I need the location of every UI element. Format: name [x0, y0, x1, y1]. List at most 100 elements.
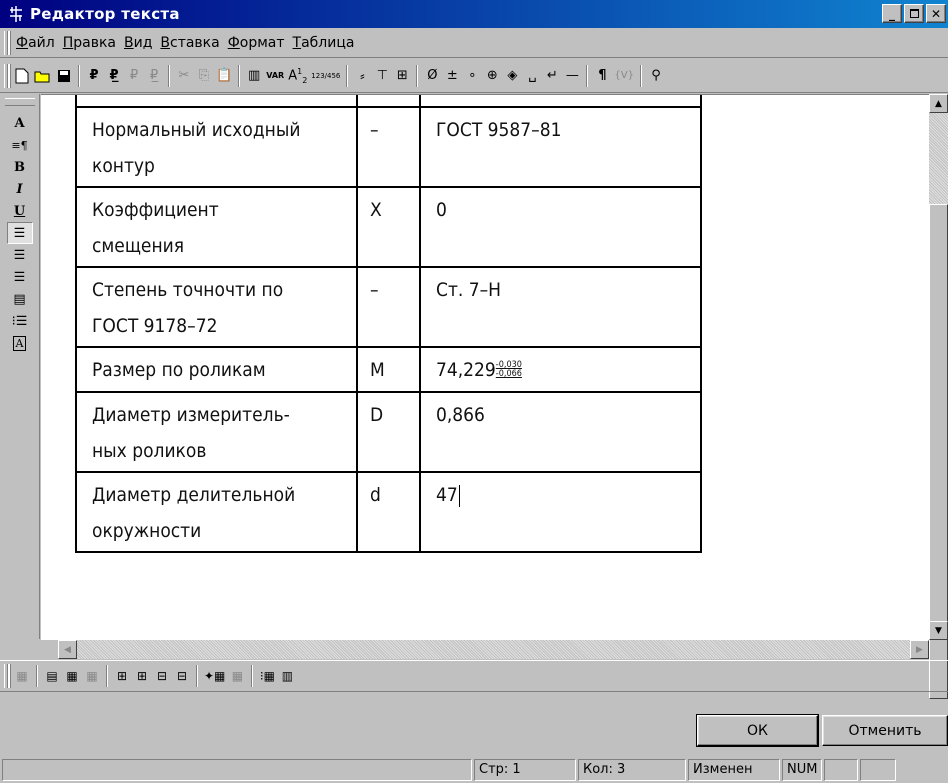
open-button[interactable] — [32, 64, 54, 88]
menu-insert[interactable]: Вставка — [156, 35, 223, 51]
space-button[interactable]: ␣ — [522, 64, 542, 88]
table-cell[interactable]: 0 — [419, 186, 702, 268]
object-button[interactable]: ◈ — [502, 64, 522, 88]
delete-col-button[interactable]: ⊟ — [172, 664, 192, 688]
scroll-right-button[interactable]: ▶ — [910, 640, 929, 659]
text-table[interactable]: Число зубьев z Нормальный исходныйконтур… — [75, 95, 702, 553]
table-cell[interactable]: – — [356, 106, 421, 188]
close-button[interactable]: ✕ — [926, 4, 946, 23]
degree-button[interactable]: ∘ — [462, 64, 482, 88]
spell-all-button[interactable]: ₽̲ — [104, 64, 124, 88]
diameter-button[interactable]: Ø — [422, 64, 442, 88]
table-row[interactable]: Нормальный исходный контур – ГОСТ 9587–81 — [75, 106, 702, 188]
table-cell[interactable]: Коэффициент смещения — [75, 186, 358, 268]
table-cell[interactable]: Размер по роликам — [75, 346, 358, 393]
underline-button[interactable]: U — [7, 200, 33, 222]
merge-cells-button[interactable]: ✦▦ — [202, 664, 227, 688]
menu-format[interactable]: Формат — [224, 35, 289, 51]
scroll-down-button[interactable]: ▼ — [929, 621, 948, 640]
table-format-button[interactable]: ▥ — [277, 664, 297, 688]
delete-row-button[interactable]: ⊟ — [152, 664, 172, 688]
table-cell[interactable]: D — [356, 391, 421, 473]
table-grid-button[interactable]: ▦ — [62, 664, 82, 688]
table-cell[interactable]: z — [356, 95, 421, 108]
scroll-up-button[interactable]: ▲ — [929, 94, 948, 113]
roughness-button[interactable]: ⊤ — [372, 64, 392, 88]
table-cell[interactable]: X — [356, 186, 421, 268]
table-cell[interactable]: – — [356, 266, 421, 348]
align-center-button[interactable]: ☰ — [7, 244, 33, 266]
vertical-scrollbar[interactable]: ▲ ▼ — [929, 94, 948, 699]
maximize-button[interactable] — [904, 4, 924, 23]
crosshair-button[interactable]: ⊕ — [482, 64, 502, 88]
horizontal-scrollbar[interactable]: ◀ ▶ — [58, 640, 929, 659]
table-cell[interactable]: d — [356, 471, 421, 553]
sort-button[interactable]: ⁝▦ — [257, 664, 277, 688]
plusminus-button[interactable]: ± — [442, 64, 462, 88]
table-cell[interactable]: ГОСТ 9587–81 — [419, 106, 702, 188]
save-button[interactable] — [54, 64, 74, 88]
cancel-button[interactable]: Отменить — [822, 715, 948, 746]
split-cells-icon: ▦ — [231, 669, 244, 683]
roughness-icon: ⊤ — [376, 68, 389, 83]
paste-button[interactable]: 📋 — [214, 64, 234, 88]
spell-check-button[interactable]: ₽ — [84, 64, 104, 88]
table-row[interactable]: Коэффициент смещения X 0 — [75, 186, 702, 268]
menu-view[interactable]: Вид — [120, 35, 156, 51]
table-cell[interactable]: Диаметр делительной окружности — [75, 471, 358, 553]
bold-button[interactable]: B — [7, 156, 33, 178]
table-row[interactable]: Диаметр измеритель-ных роликов D 0,866 — [75, 391, 702, 473]
table-row[interactable]: Степень точночти по ГОСТ 9178–72 – Ст. 7–… — [75, 266, 702, 348]
window-title: Редактор текста — [30, 5, 180, 23]
italic-button[interactable]: I — [7, 178, 33, 200]
text-frame-button[interactable]: A — [7, 332, 33, 354]
table-cell[interactable] — [419, 95, 702, 108]
text-editor-area[interactable]: Число зубьев z Нормальный исходныйконтур… — [41, 94, 929, 640]
table-toolbar-grip[interactable] — [4, 664, 8, 688]
dash-button[interactable]: — — [562, 64, 582, 88]
indices-button[interactable]: A12 — [286, 64, 309, 88]
search-button[interactable]: ⚲ — [646, 64, 666, 88]
table-cell[interactable]: 0,866 — [419, 391, 702, 473]
table-cell[interactable]: Нормальный исходный контур — [75, 106, 358, 188]
table-cell[interactable]: Число зубьев — [75, 95, 358, 108]
pilcrow-button[interactable]: ¶ — [592, 64, 612, 88]
table-cell[interactable]: 47 — [419, 471, 702, 553]
table-cell[interactable]: M — [356, 346, 421, 393]
table-cell[interactable]: Степень точночти по ГОСТ 9178–72 — [75, 266, 358, 348]
toolbar-grip[interactable] — [4, 63, 8, 88]
justify-button[interactable]: ▤ — [7, 288, 33, 310]
fraction-button[interactable]: 123/456 — [309, 64, 342, 88]
menu-grip[interactable] — [4, 30, 8, 55]
table-row[interactable]: Размер по роликам M 74,229 -0,030 -0,066 — [75, 346, 702, 393]
ok-button[interactable]: ОК — [696, 714, 819, 747]
table-row[interactable]: Диаметр делительной окружности d 47 — [75, 471, 702, 553]
spell-disabled-icon: ₽ — [129, 68, 139, 83]
diameter-icon: Ø — [427, 68, 438, 83]
menu-file[interactable]: Файл — [12, 35, 59, 51]
font-button[interactable]: A — [7, 112, 33, 134]
insert-table-button[interactable]: ▤ — [42, 664, 62, 688]
paragraph-format-button[interactable]: ≡¶ — [7, 134, 33, 156]
insert-row-button[interactable]: ⊞ — [112, 664, 132, 688]
list-button[interactable]: ⁝☰ — [7, 310, 33, 332]
minimize-icon: _ — [889, 6, 895, 21]
menu-edit[interactable]: Правка — [59, 35, 120, 51]
insert-text-button[interactable]: ▥ — [244, 64, 264, 88]
insert-col-button[interactable]: ⊞ — [132, 664, 152, 688]
special-sign-button[interactable]: ⊞ — [392, 64, 412, 88]
align-right-button[interactable]: ☰ — [7, 266, 33, 288]
table-row[interactable]: Число зубьев z — [75, 95, 702, 108]
new-document-button[interactable] — [12, 64, 32, 88]
line-break-button[interactable]: ↵ — [542, 64, 562, 88]
status-bar: Стр: 1 Кол: 3 Изменен NUM — [0, 756, 948, 783]
scroll-left-button[interactable]: ◀ — [58, 640, 77, 659]
table-cell[interactable]: Ст. 7–Н — [419, 266, 702, 348]
menu-table[interactable]: Таблица — [289, 35, 359, 51]
insert-var-button[interactable]: VAR — [264, 64, 286, 88]
table-cell[interactable]: Диаметр измеритель-ных роликов — [75, 391, 358, 473]
align-left-button[interactable]: ☰ — [6, 222, 33, 244]
table-cell[interactable]: 74,229 -0,030 -0,066 — [419, 346, 702, 393]
tolerance-button[interactable]: ⸗ — [352, 64, 372, 88]
minimize-button[interactable]: _ — [882, 4, 902, 23]
